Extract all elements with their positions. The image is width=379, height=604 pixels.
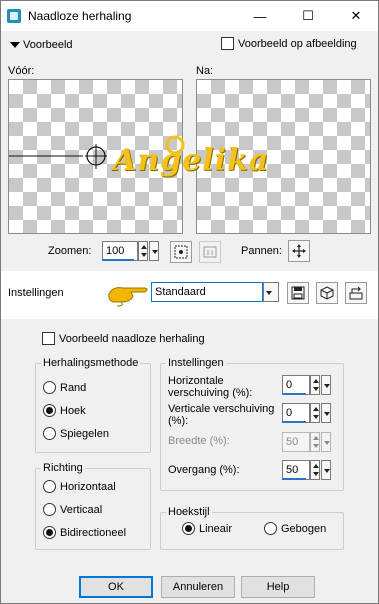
app-icon: [7, 9, 21, 23]
vertical-offset-input[interactable]: 0: [282, 403, 310, 423]
zoom-input[interactable]: 100: [102, 241, 138, 261]
width-input[interactable]: 50: [282, 432, 310, 452]
zoom-fit-icon: [174, 245, 188, 259]
radio-direction-vertical-label: Verticaal: [60, 504, 103, 516]
width-label: Breedte (%):: [168, 435, 230, 447]
collapse-caret-icon[interactable]: [10, 42, 20, 48]
preview-on-image-label: Voorbeeld op afbeelding: [238, 38, 357, 50]
watermark-logo: Angelika: [113, 135, 273, 185]
move-icon: [292, 244, 306, 258]
radio-corner-linear[interactable]: [182, 522, 195, 535]
transition-accent: [282, 478, 306, 480]
radio-corner-curved[interactable]: [264, 522, 277, 535]
horizontal-offset-spinner[interactable]: [310, 375, 320, 395]
vertical-offset-spinner[interactable]: [310, 403, 320, 423]
transition-input[interactable]: 50: [282, 460, 310, 480]
pan-button[interactable]: [288, 240, 310, 262]
seamless-preview-checkbox[interactable]: [42, 332, 55, 345]
minimize-button[interactable]: —: [241, 3, 279, 29]
radio-repeat-corner-label: Hoek: [60, 405, 86, 417]
radio-repeat-edge[interactable]: [43, 381, 56, 394]
repeat-method-title: Herhalingsmethode: [41, 357, 141, 369]
ok-button[interactable]: OK: [79, 576, 153, 598]
window-title: Naadloze herhaling: [28, 9, 132, 23]
vertical-offset-accent: [282, 421, 306, 423]
settings-label: Instellingen: [8, 287, 64, 299]
transition-dropdown[interactable]: [321, 460, 331, 480]
vertical-offset-dropdown[interactable]: [321, 403, 331, 423]
radio-repeat-mirror-label: Spiegelen: [60, 428, 109, 440]
direction-title: Richting: [41, 462, 85, 474]
radio-repeat-mirror[interactable]: [43, 427, 56, 440]
transition-spinner[interactable]: [310, 460, 320, 480]
preset-dropdown-arrow[interactable]: [263, 282, 279, 302]
zoom-label: Zoomen:: [48, 245, 92, 257]
radio-direction-bidirectional[interactable]: [43, 526, 56, 539]
dialog-window: Naadloze herhaling — ☐ ✕ Voorbeeld Voorb…: [0, 0, 379, 604]
horizontal-offset-dropdown[interactable]: [321, 375, 331, 395]
cube-icon: [320, 286, 334, 300]
horizontal-offset-accent: [282, 393, 306, 395]
preview-on-image-checkbox[interactable]: [221, 37, 234, 50]
radio-direction-horizontal[interactable]: [43, 480, 56, 493]
radio-repeat-edge-label: Rand: [60, 382, 87, 394]
zoom-accent-line: [102, 259, 134, 261]
zoom-spinner[interactable]: [138, 241, 148, 261]
radio-direction-bidirectional-label: Bidirectioneel: [60, 527, 127, 539]
resource-preset-button[interactable]: [316, 282, 338, 304]
seamless-preview-label: Voorbeeld naadloze herhaling: [59, 333, 205, 345]
reset-preset-button[interactable]: [345, 282, 367, 304]
pan-label: Pannen:: [241, 245, 282, 257]
after-label: Na:: [196, 65, 214, 77]
cancel-button[interactable]: Annuleren: [161, 576, 235, 598]
preview-section-label[interactable]: Voorbeeld: [23, 39, 73, 51]
reset-icon: [349, 286, 363, 300]
watermark-text: Angelika: [113, 143, 270, 178]
pointing-hand-icon: [108, 287, 148, 307]
maximize-button[interactable]: ☐: [289, 3, 327, 29]
radio-direction-vertical[interactable]: [43, 503, 56, 516]
save-icon: [291, 286, 305, 300]
actual-size-icon: [203, 246, 217, 258]
help-button[interactable]: Help: [241, 576, 315, 598]
settings-group-title: Instellingen: [166, 357, 226, 369]
preview-header: Voorbeeld Voorbeeld op afbeelding: [1, 37, 378, 57]
zoom-actual-size-button[interactable]: [199, 241, 221, 263]
save-preset-button[interactable]: [287, 282, 309, 304]
radio-direction-horizontal-label: Horizontaal: [60, 481, 116, 493]
width-spinner[interactable]: [310, 432, 320, 452]
before-label: Vóór:: [8, 65, 35, 77]
horizontal-offset-input[interactable]: 0: [282, 375, 310, 395]
corner-style-title: Hoekstijl: [166, 506, 212, 518]
radio-corner-curved-label: Gebogen: [281, 523, 327, 535]
vertical-offset-label: Verticale verschuiving (%):: [168, 403, 275, 427]
radio-corner-linear-label: Lineair: [199, 523, 233, 535]
width-dropdown[interactable]: [321, 432, 331, 452]
zoom-fit-button[interactable]: [170, 241, 192, 263]
zoom-dropdown[interactable]: [149, 241, 159, 261]
radio-repeat-corner[interactable]: [43, 404, 56, 417]
transition-label: Overgang (%):: [168, 464, 240, 476]
preset-select[interactable]: Standaard: [151, 282, 263, 302]
close-button[interactable]: ✕: [337, 3, 375, 29]
title-bar: Naadloze herhaling — ☐ ✕: [1, 1, 378, 31]
horizontal-offset-label: Horizontale verschuiving (%):: [168, 375, 253, 399]
